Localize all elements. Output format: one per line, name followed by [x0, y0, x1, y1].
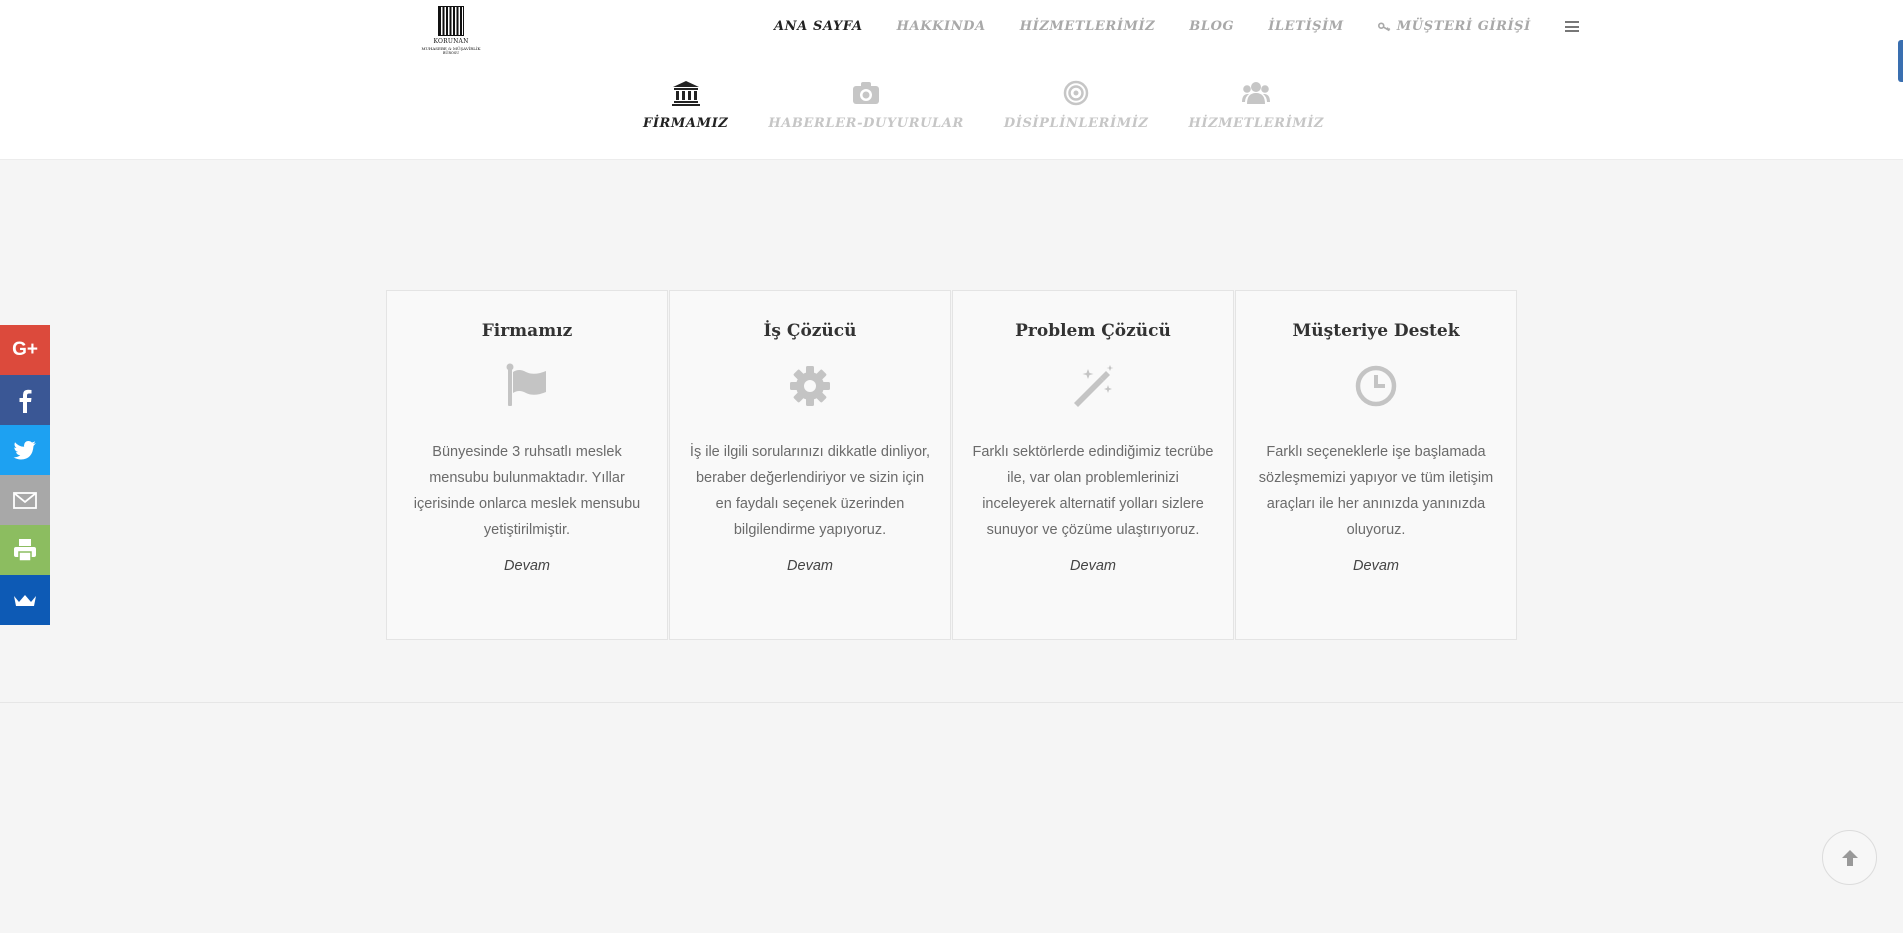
arrow-up-icon [1841, 849, 1858, 866]
devam-link[interactable]: Devam [1070, 558, 1116, 574]
site-header: KORUNAN MUHASEBE & MÜŞAVİRLİK BÜROSU ANA… [0, 0, 1903, 160]
logo-barcode-mark [438, 6, 464, 36]
users-icon [1242, 82, 1271, 104]
nav-item-label: BLOG [1189, 19, 1235, 34]
card-title: İş Çözücü [763, 321, 857, 341]
printer-icon [14, 539, 36, 562]
nav-item-ana-sayfa[interactable]: ANA SAYFA [774, 19, 863, 34]
crown-icon [14, 595, 36, 606]
logo-tagline-2: BÜROSU [442, 51, 460, 55]
tab-firmamiz[interactable]: FİRMAMIZ [643, 80, 728, 131]
nav-item-label: ANA SAYFA [774, 19, 863, 34]
card-title: Firmamız [481, 321, 573, 341]
devam-link[interactable]: Devam [504, 558, 550, 574]
nav-item-blog[interactable]: BLOG [1189, 19, 1234, 34]
devam-link[interactable]: Devam [787, 558, 833, 574]
clock-icon [1351, 361, 1401, 411]
target-icon [1063, 80, 1089, 106]
nav-item-iletisim[interactable]: İLETİŞİM [1268, 19, 1344, 34]
feature-card-musteriye-destek: Müşteriye Destek Farklı seçeneklerle işe… [1235, 290, 1517, 640]
card-title: Müşteriye Destek [1292, 321, 1460, 341]
nav-item-hakkinda[interactable]: HAKKINDA [897, 19, 986, 34]
facebook-icon [19, 389, 32, 413]
logo-name: KORUNAN [433, 38, 469, 45]
feature-card-problem-cozucu: Problem Çözücü Farklı sektörlerde edindi… [952, 290, 1234, 640]
features-section: Firmamız Bünyesinde 3 ruhsatlı meslek me… [386, 290, 1518, 640]
share-sumome-button[interactable] [0, 575, 50, 625]
google-plus-icon: G+ [12, 339, 38, 360]
site-logo[interactable]: KORUNAN MUHASEBE & MÜŞAVİRLİK BÜROSU [420, 6, 482, 56]
tab-label: HABERLER-DUYURULAR [768, 116, 964, 131]
sub-tabs: FİRMAMIZ HABERLER-DUYURULAR DİSİPLİNLERİ… [643, 80, 1364, 131]
email-icon [13, 492, 37, 509]
nav-item-label: İLETİŞİM [1268, 19, 1344, 34]
twitter-icon [13, 441, 36, 460]
camera-icon [853, 82, 880, 104]
share-email-button[interactable] [0, 475, 50, 525]
share-google-plus-button[interactable]: G+ [0, 325, 50, 375]
nav-item-musteri-girisi[interactable]: MÜŞTERİ GİRİŞİ [1377, 19, 1531, 34]
nav-item-label: HAKKINDA [896, 19, 986, 34]
share-facebook-button[interactable] [0, 375, 50, 425]
bank-icon [671, 81, 700, 106]
share-print-button[interactable] [0, 525, 50, 575]
tab-label: HİZMETLERİMİZ [1188, 116, 1325, 131]
feature-card-firmamiz: Firmamız Bünyesinde 3 ruhsatlı meslek me… [386, 290, 668, 640]
tab-haberler-duyurular[interactable]: HABERLER-DUYURULAR [768, 80, 964, 131]
scroll-to-top-button[interactable] [1822, 830, 1877, 885]
card-text: Farklı sektörlerde edindiğimiz tecrübe i… [972, 444, 1214, 538]
tab-label: DİSİPLİNLERİMİZ [1003, 116, 1149, 131]
share-twitter-button[interactable] [0, 425, 50, 475]
hamburger-menu-icon[interactable] [1564, 21, 1579, 32]
nav-item-label: MÜŞTERİ GİRİŞİ [1396, 19, 1531, 34]
social-share-bar: G+ [0, 325, 50, 625]
card-text: Farklı seçeneklerle işe başlamada sözleş… [1258, 444, 1494, 538]
tab-label: FİRMAMIZ [643, 116, 729, 131]
magic-wand-icon [1068, 361, 1118, 411]
section-divider [0, 702, 1903, 703]
flag-icon [502, 361, 552, 411]
tab-disiplinlerimiz[interactable]: DİSİPLİNLERİMİZ [1004, 80, 1149, 131]
devam-link[interactable]: Devam [1353, 558, 1399, 574]
nav-item-label: HİZMETLERİMİZ [1019, 19, 1156, 34]
main-nav: ANA SAYFA HAKKINDA HİZMETLERİMİZ BLOG İL… [774, 19, 1579, 34]
card-text: Bünyesinde 3 ruhsatlı meslek mensubu bul… [413, 444, 641, 538]
feature-card-is-cozucu: İş Çözücü İş ile ilgili sorularınızı dik… [669, 290, 951, 640]
tab-hizmetlerimiz[interactable]: HİZMETLERİMİZ [1189, 80, 1325, 131]
card-title: Problem Çözücü [1015, 321, 1171, 341]
side-edge-tab[interactable] [1898, 40, 1903, 82]
card-text: İş ile ilgili sorularınızı dikkatle dinl… [689, 444, 931, 538]
gear-icon [785, 361, 835, 411]
nav-item-hizmetlerimiz[interactable]: HİZMETLERİMİZ [1020, 19, 1156, 34]
key-icon [1377, 22, 1391, 32]
